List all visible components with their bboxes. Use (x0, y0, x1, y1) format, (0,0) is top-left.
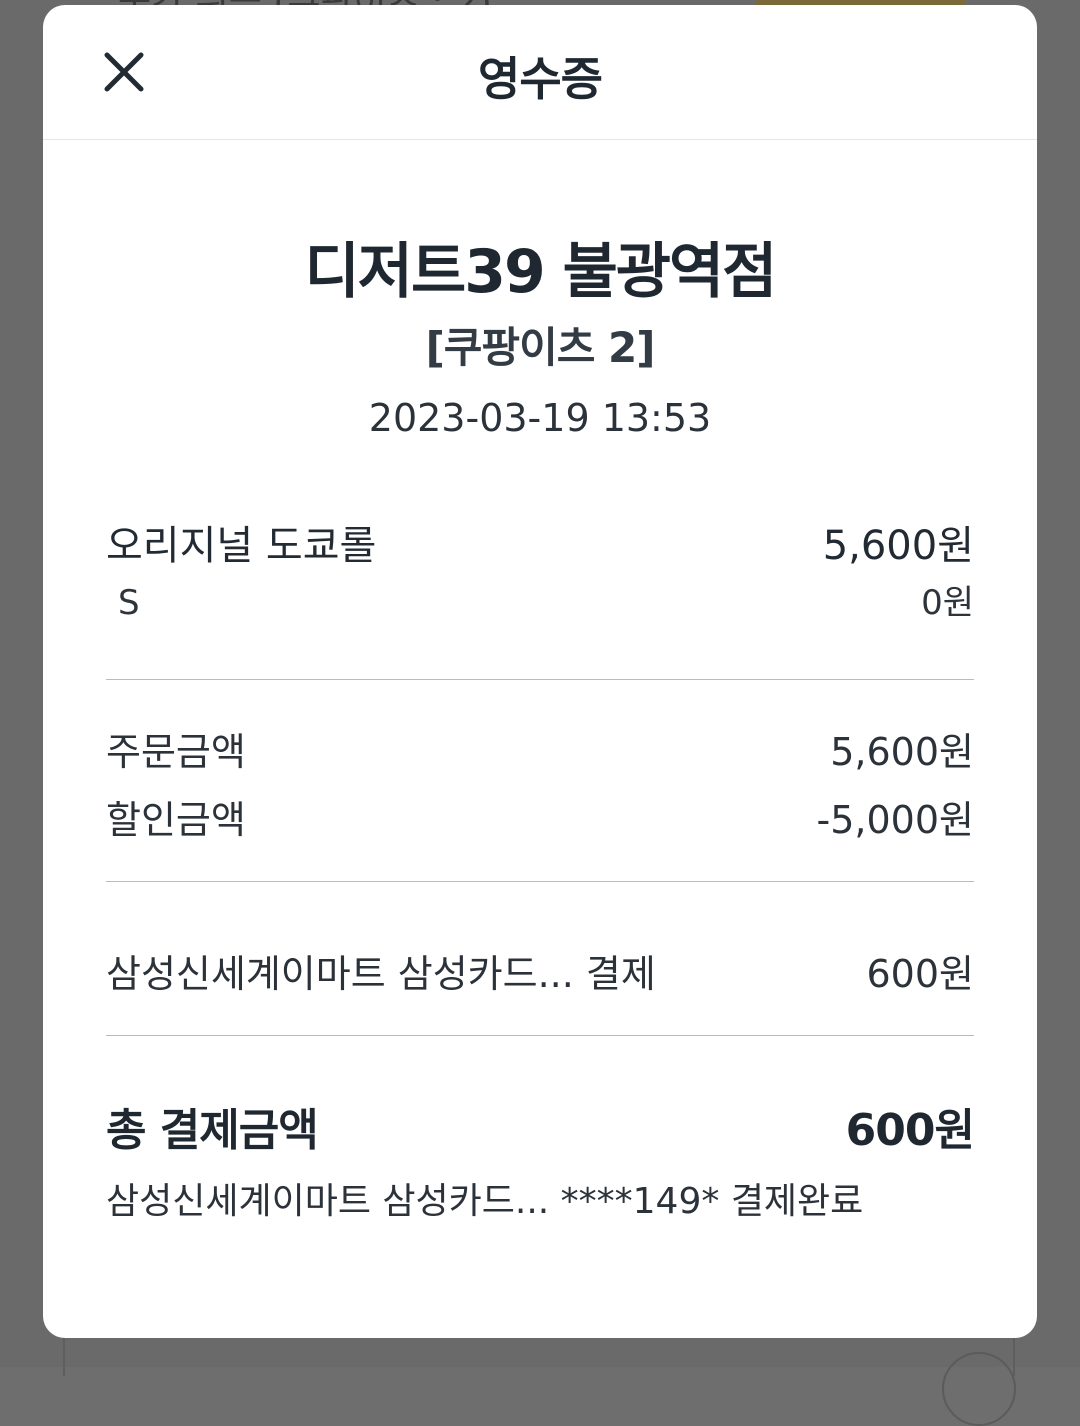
background-card (63, 1336, 1015, 1376)
order-datetime: 2023-03-19 13:53 (368, 396, 712, 440)
receipt-content: 오리지널 도쿄롤 5,600원 S 0원 주문금액 5,600원 할인금액 -5… (43, 522, 1037, 1224)
menu-option-row: S 0원 (106, 582, 974, 624)
menu-item-price: 5,600원 (822, 523, 974, 569)
total-amount: 600원 (845, 1105, 975, 1156)
store-info: 디저트39 불광역점 [쿠팡이츠 2] 2023-03-19 13:53 (43, 236, 1037, 440)
total-row: 총 결제금액 600원 (106, 1104, 975, 1158)
discount-label: 할인금액 (106, 798, 246, 842)
order-amount-label: 주문금액 (106, 730, 246, 774)
modal-title: 영수증 (478, 52, 603, 106)
payment-method-amount: 600원 (866, 952, 975, 996)
discount-value: -5,000원 (816, 798, 974, 842)
menu-option-name: S (118, 583, 140, 623)
payment-method-label: 삼성신세계이마트 삼성카드... 결제 (106, 952, 656, 996)
receipt-modal: 영수증 디저트39 불광역점 [쿠팡이츠 2] 2023-03-19 13:53… (43, 5, 1037, 1338)
background-circle-button (942, 1352, 1016, 1426)
divider (106, 881, 974, 882)
total-label: 총 결제금액 (106, 1105, 319, 1156)
order-amount-row: 주문금액 5,600원 (106, 729, 974, 775)
modal-header: 영수증 (43, 5, 1037, 140)
divider (106, 679, 974, 680)
divider (106, 1035, 974, 1036)
order-channel: [쿠팡이츠 2] (425, 323, 656, 372)
payment-status: 삼성신세계이마트 삼성카드... ****149* 결제완료 (106, 1181, 864, 1222)
menu-option-price: 0원 (921, 583, 974, 623)
menu-item-name: 오리지널 도쿄롤 (106, 523, 377, 569)
menu-item-row: 오리지널 도쿄롤 5,600원 (106, 522, 974, 570)
payment-method-row: 삼성신세계이마트 삼성카드... 결제 600원 (106, 951, 974, 997)
discount-row: 할인금액 -5,000원 (106, 797, 974, 843)
order-amount-value: 5,600원 (830, 730, 974, 774)
store-name: 디저트39 불광역점 (304, 237, 778, 307)
